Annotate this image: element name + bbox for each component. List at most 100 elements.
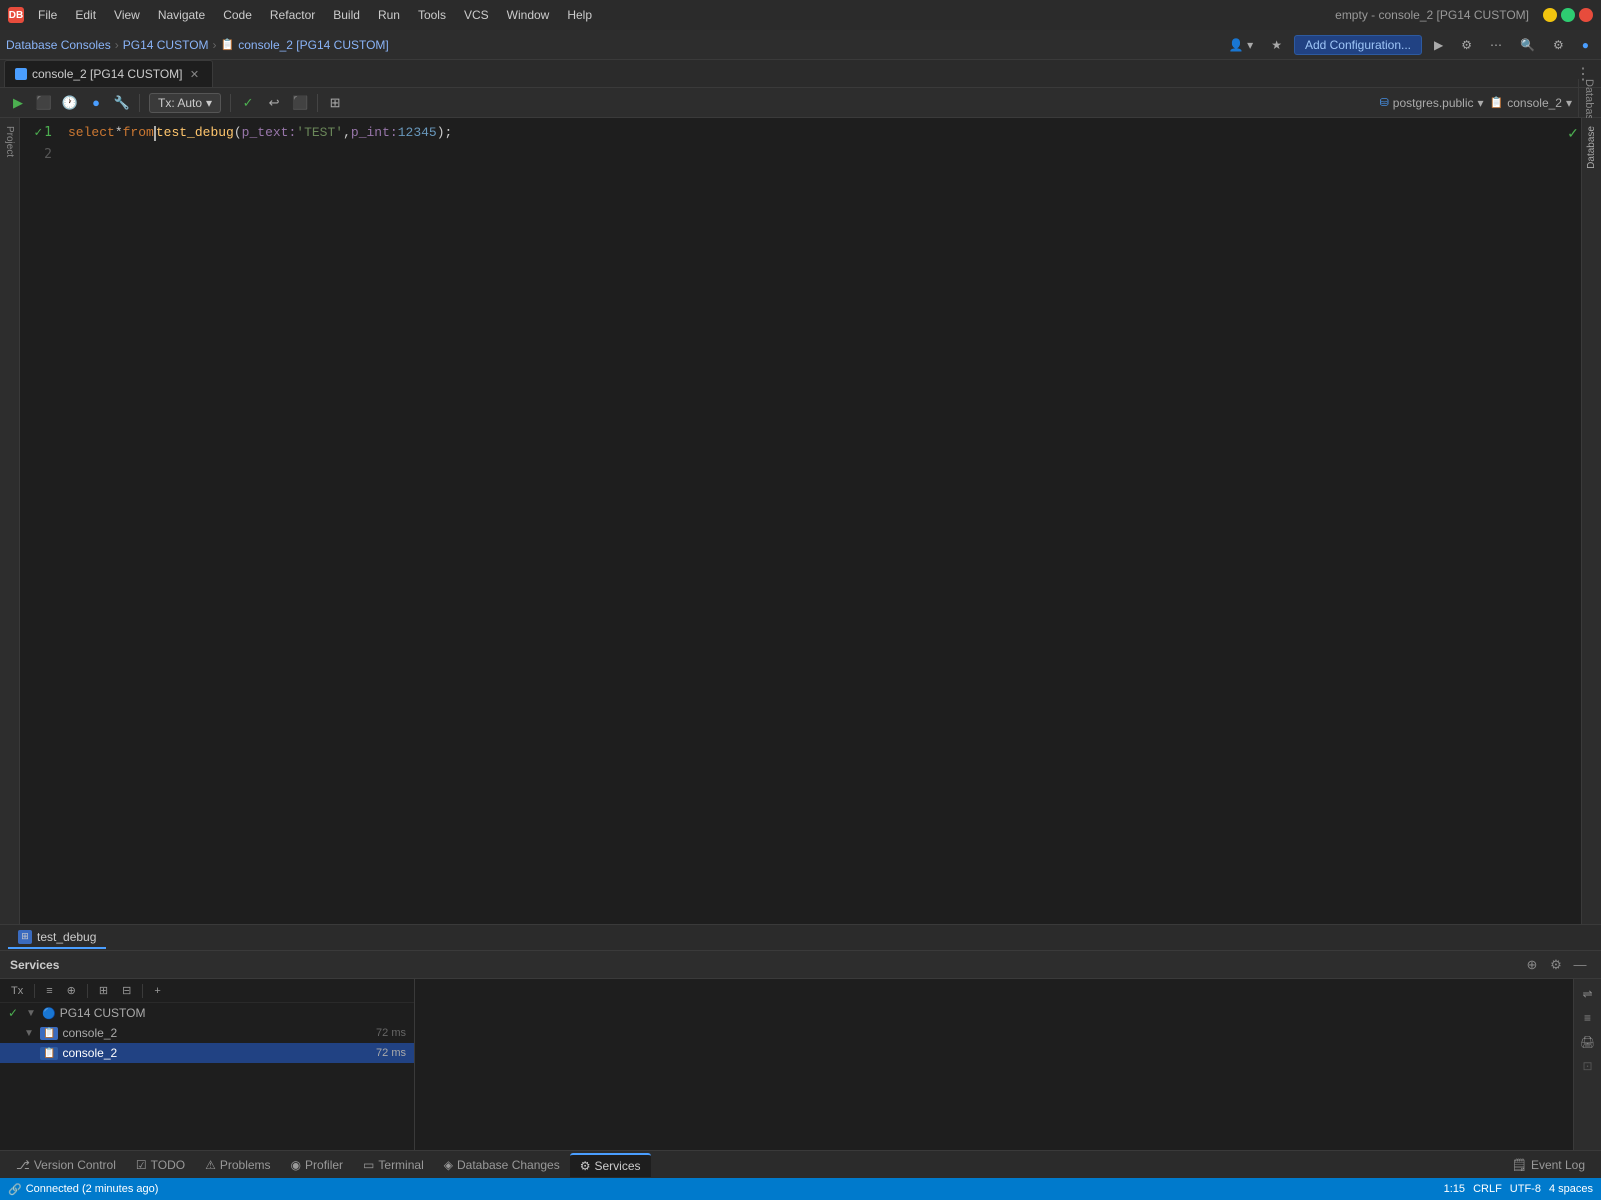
tx-btn[interactable]: Tx xyxy=(6,983,28,999)
tree-item-console2-selected[interactable]: 📋 console_2 72 ms xyxy=(0,1043,414,1063)
services-body: Tx ≡ ⊕ ⊞ ⊟ + ✓ ▼ 🔵 PG14 CUSTOM xyxy=(0,979,1601,1150)
terminal-icon: ▭ xyxy=(363,1158,374,1172)
services-settings-btn[interactable]: ⚙ xyxy=(1545,954,1567,976)
gear-btn[interactable]: ⚙ xyxy=(1547,35,1570,55)
services-tree: Tx ≡ ⊕ ⊞ ⊟ + ✓ ▼ 🔵 PG14 CUSTOM xyxy=(0,979,415,1150)
table-btn[interactable]: ⊞ xyxy=(323,91,347,115)
editor-area: Project ✓ 1 2 select * from test_debug (… xyxy=(0,118,1601,924)
version-control-icon: ⎇ xyxy=(16,1158,30,1172)
user-btn[interactable]: 👤 ▾ xyxy=(1223,35,1259,55)
add-service-btn[interactable]: + xyxy=(149,983,165,999)
services-header: Services ⊕ ⚙ — xyxy=(0,951,1601,979)
menu-view[interactable]: View xyxy=(106,6,148,24)
menu-edit[interactable]: Edit xyxy=(67,6,104,24)
tree-item-console2-parent[interactable]: ▼ 📋 console_2 72 ms xyxy=(0,1023,414,1043)
tab-event-log[interactable]: 🗒 Event Log xyxy=(1502,1154,1595,1176)
services-icon: ⚙ xyxy=(580,1159,591,1173)
status-bar: 🔗 Connected (2 minutes ago) 1:15 CRLF UT… xyxy=(0,1178,1601,1200)
check-btn[interactable]: ✓ xyxy=(236,91,260,115)
services-controls: ⊕ ⚙ — xyxy=(1521,954,1591,976)
tab-profiler[interactable]: ◉ Profiler xyxy=(281,1154,354,1176)
menu-window[interactable]: Window xyxy=(499,6,558,24)
result-tab[interactable]: ⊞ test_debug xyxy=(8,927,106,949)
menu-navigate[interactable]: Navigate xyxy=(150,6,213,24)
add-configuration-btn[interactable]: Add Configuration... xyxy=(1294,35,1422,55)
svc-print-btn[interactable]: 🖨 xyxy=(1577,1031,1599,1053)
tab-version-control[interactable]: ⎇ Version Control xyxy=(6,1154,126,1176)
stop-btn[interactable]: ⬛ xyxy=(32,91,56,115)
console-label: console_2 xyxy=(1507,96,1562,110)
menu-file[interactable]: File xyxy=(30,6,65,24)
bottom-tabs: ⎇ Version Control ☑ TODO ⚠ Problems ◉ Pr… xyxy=(0,1150,1601,1178)
event-log-area: 🗒 Event Log xyxy=(1502,1154,1595,1176)
tx-selector[interactable]: Tx: Auto ▾ xyxy=(149,93,221,113)
kw-from: from xyxy=(123,122,154,144)
services-add-btn[interactable]: ⊕ xyxy=(1521,954,1543,976)
window-title: empty - console_2 [PG14 CUSTOM] xyxy=(1335,8,1529,22)
tab-terminal[interactable]: ▭ Terminal xyxy=(353,1154,434,1176)
menu-code[interactable]: Code xyxy=(215,6,260,24)
svc-wrap-btn[interactable]: ⇌ xyxy=(1577,983,1599,1005)
console-selector[interactable]: 📋 console_2 ▾ xyxy=(1490,96,1572,110)
console2-tab[interactable]: console_2 [PG14 CUSTOM] ✕ xyxy=(4,60,213,87)
menu-bar: FileEditViewNavigateCodeRefactorBuildRun… xyxy=(30,6,1329,24)
tree-item-pg14[interactable]: ✓ ▼ 🔵 PG14 CUSTOM xyxy=(0,1003,414,1023)
services-minimize-btn[interactable]: — xyxy=(1569,954,1591,976)
status-connection[interactable]: 🔗 Connected (2 minutes ago) xyxy=(8,1183,158,1196)
tab-services[interactable]: ⚙ Services xyxy=(570,1153,651,1177)
wrench-btn[interactable]: 🔧 xyxy=(110,91,134,115)
run-navbar-btn[interactable]: ▶ xyxy=(1428,35,1449,55)
status-indent[interactable]: 4 spaces xyxy=(1549,1183,1593,1195)
run-btn[interactable]: ▶ xyxy=(6,91,30,115)
expand-btn[interactable]: ⊕ xyxy=(62,982,81,999)
menu-vcs[interactable]: VCS xyxy=(456,6,497,24)
status-line-ending[interactable]: CRLF xyxy=(1473,1183,1502,1195)
minimize-btn[interactable] xyxy=(1543,8,1557,22)
schema-selector[interactable]: ⛁ postgres.public ▾ xyxy=(1380,96,1484,110)
filter-btn[interactable]: ⊞ xyxy=(94,982,113,999)
menu-refactor[interactable]: Refactor xyxy=(262,6,323,24)
tab-problems-label: Problems xyxy=(220,1158,271,1172)
tab-database-changes[interactable]: ◈ Database Changes xyxy=(434,1154,570,1176)
editor-content[interactable]: select * from test_debug ( p_text: 'TEST… xyxy=(60,118,1565,924)
status-position[interactable]: 1:15 xyxy=(1444,1183,1465,1195)
tab-label: console_2 [PG14 CUSTOM] xyxy=(32,67,183,81)
project-label[interactable]: Project xyxy=(4,126,15,157)
bookmark-btn[interactable]: ★ xyxy=(1265,35,1288,55)
services-panel: Services ⊕ ⚙ — Tx ≡ ⊕ ⊞ ⊟ + xyxy=(0,950,1601,1150)
maximize-btn[interactable] xyxy=(1561,8,1575,22)
tab-close-btn[interactable]: ✕ xyxy=(188,67,202,81)
toolbar-sep3 xyxy=(317,94,318,112)
menu-run[interactable]: Run xyxy=(370,6,408,24)
menu-help[interactable]: Help xyxy=(559,6,600,24)
breadcrumb-database-consoles[interactable]: Database Consoles xyxy=(6,38,111,52)
revert-btn[interactable]: ↩ xyxy=(262,91,286,115)
param-p-text: p_text: xyxy=(242,122,297,144)
pin-btn[interactable]: ⊟ xyxy=(117,982,136,999)
schema-icon: ⛁ xyxy=(1380,96,1389,109)
history-btn[interactable]: 🕐 xyxy=(58,91,82,115)
menu-build[interactable]: Build xyxy=(325,6,368,24)
collapse-all-btn[interactable]: ≡ xyxy=(41,983,57,999)
profile-btn[interactable]: ● xyxy=(1576,35,1595,55)
stop2-btn[interactable]: ⬛ xyxy=(288,91,312,115)
menu-tools[interactable]: Tools xyxy=(410,6,454,24)
breadcrumb-console2[interactable]: console_2 [PG14 CUSTOM] xyxy=(238,38,389,52)
settings-navbar-btn[interactable]: ⚙ xyxy=(1455,35,1478,55)
status-charset[interactable]: UTF-8 xyxy=(1510,1183,1541,1195)
pg14-label: PG14 CUSTOM xyxy=(60,1006,406,1020)
console2-parent-label: console_2 xyxy=(62,1026,372,1040)
svc-sort-btn[interactable]: ≡ xyxy=(1577,1007,1599,1029)
close-btn[interactable] xyxy=(1579,8,1593,22)
title-bar: DB FileEditViewNavigateCodeRefactorBuild… xyxy=(0,0,1601,30)
breadcrumb-pg14-custom[interactable]: PG14 CUSTOM xyxy=(123,38,209,52)
tab-problems[interactable]: ⚠ Problems xyxy=(195,1154,280,1176)
debug-btn[interactable]: ● xyxy=(84,91,108,115)
database-sidebar-label[interactable]: Database xyxy=(1586,126,1597,169)
console2-parent-time: 72 ms xyxy=(376,1027,406,1039)
search-btn[interactable]: 🔍 xyxy=(1514,35,1541,55)
more-btn[interactable]: ⋯ xyxy=(1484,35,1508,55)
svc-clear-btn[interactable]: ⊡ xyxy=(1577,1055,1599,1077)
tab-todo[interactable]: ☑ TODO xyxy=(126,1154,195,1176)
tab-todo-label: TODO xyxy=(151,1158,185,1172)
